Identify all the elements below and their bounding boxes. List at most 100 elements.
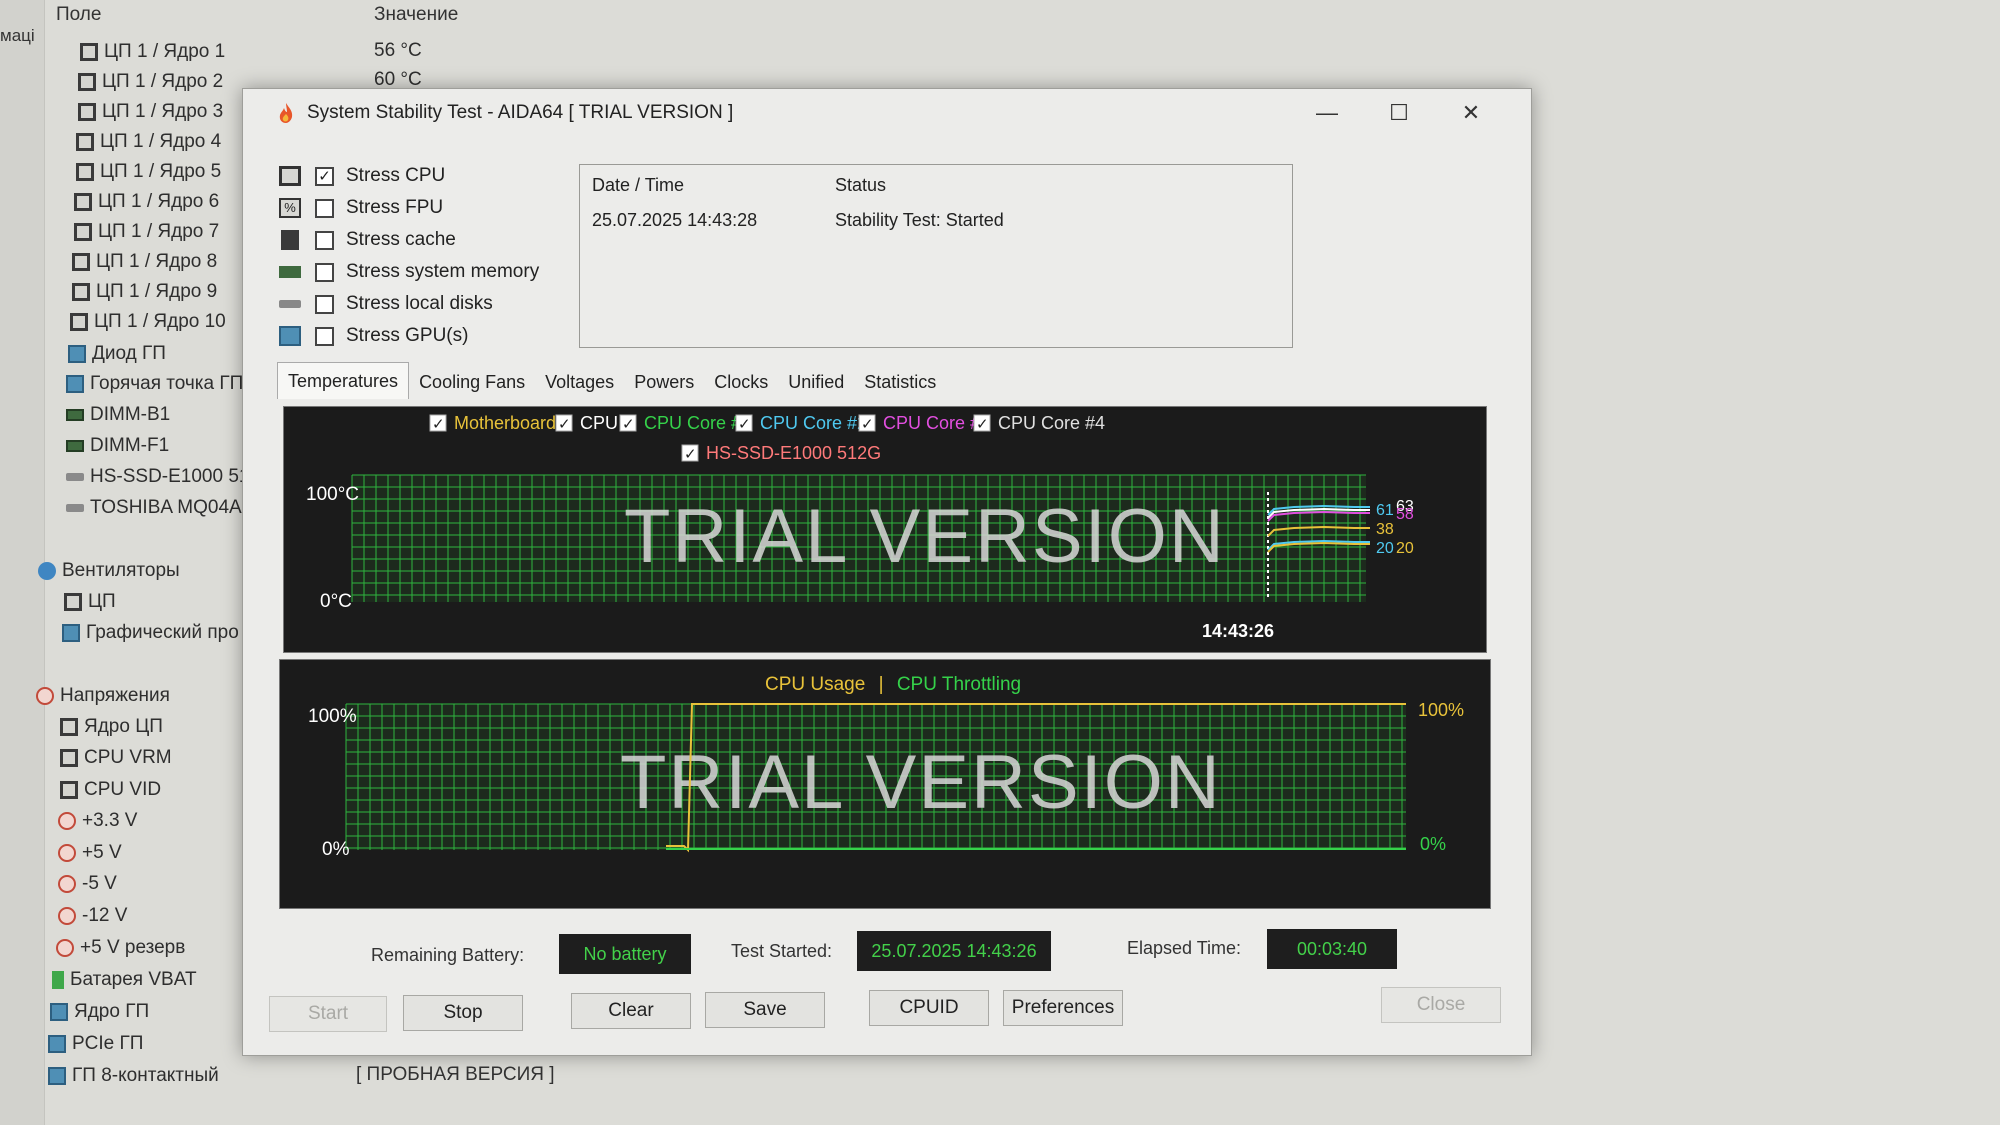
stress-cpu-checkbox[interactable]: ✓ (315, 166, 334, 186)
legend-label: CPU Core #1 (644, 413, 751, 433)
sensor-row-core-3[interactable]: ЦП 1 / Ядро 3 (78, 97, 223, 127)
stop-button[interactable]: Stop (403, 995, 523, 1031)
tab-powers[interactable]: Powers (624, 365, 704, 399)
sensor-row-volt-neg5v[interactable]: -5 V (58, 869, 117, 899)
sensor-row-dimm-f1[interactable]: DIMM-F1 (66, 431, 169, 461)
tab-clocks[interactable]: Clocks (704, 365, 778, 399)
sensor-row-gpu-hotspot[interactable]: Горячая точка ГП (66, 369, 243, 399)
sensor-row-volt-cpu-core[interactable]: Ядро ЦП (60, 712, 163, 742)
cpu-chip-icon (64, 593, 82, 611)
stress-gpu-checkbox[interactable] (315, 326, 334, 346)
sensor-row-volt-pcie[interactable]: PCIe ГП (48, 1029, 143, 1059)
temperature-end-label: 58 (1396, 506, 1414, 523)
battery-value: No battery (559, 934, 691, 974)
option-stress-memory[interactable]: Stress system memory (279, 257, 539, 287)
column-header-field[interactable]: Поле (56, 4, 101, 26)
sensor-label: CPU VRM (84, 747, 172, 768)
stress-cache-checkbox[interactable] (315, 230, 334, 250)
log-row-status: Stability Test: Started (835, 210, 1004, 230)
sensor-row-dimm-b1[interactable]: DIMM-B1 (66, 400, 170, 430)
elapsed-time-value: 00:03:40 (1267, 929, 1397, 969)
title-bar[interactable]: System Stability Test - AIDA64 [ TRIAL V… (243, 89, 1531, 137)
log-header-datetime[interactable]: Date / Time (592, 175, 684, 196)
sensor-row-volt-neg12v[interactable]: -12 V (58, 901, 127, 931)
sensor-row-volt-8pin[interactable]: ГП 8-контактный (48, 1061, 219, 1091)
option-stress-gpu[interactable]: Stress GPU(s) (279, 321, 468, 351)
close-button[interactable]: Close (1381, 987, 1501, 1023)
sensor-row-core-9[interactable]: ЦП 1 / Ядро 9 (72, 277, 217, 307)
usage-y-min-label: 0% (322, 839, 350, 860)
sensor-label: +5 V (82, 842, 122, 863)
legend-check-mark: ✓ (558, 416, 571, 433)
sensor-row-volt-vrm[interactable]: CPU VRM (60, 743, 172, 773)
legend-check-mark: ✓ (738, 416, 751, 433)
minimize-button[interactable]: — (1297, 95, 1357, 131)
sensor-row-volt-gpu-core[interactable]: Ядро ГП (50, 997, 149, 1027)
sensor-label: ЦП 1 / Ядро 1 (104, 41, 226, 62)
sensor-row-gpu-diode[interactable]: Диод ГП (68, 339, 166, 369)
battery-icon (52, 971, 64, 989)
sensor-row-ssd[interactable]: HS-SSD-E1000 512 (66, 462, 260, 492)
sensor-label: ЦП 1 / Ядро 2 (102, 71, 224, 92)
cpuid-button[interactable]: CPUID (869, 990, 989, 1026)
usage-y-max-label: 100% (308, 706, 357, 727)
fpu-percent-icon: % (279, 198, 301, 218)
elapsed-time-label: Elapsed Time: (1127, 938, 1242, 958)
tab-cooling-fans[interactable]: Cooling Fans (409, 365, 535, 399)
option-stress-disks[interactable]: Stress local disks (279, 289, 493, 319)
temperature-end-label: 20 (1396, 540, 1414, 557)
sensor-row-volt-vbat[interactable]: Батарея VBAT (52, 965, 197, 995)
sensor-row-fan-gpu[interactable]: Графический про (62, 618, 239, 648)
column-header-value[interactable]: Значение (374, 4, 458, 26)
option-stress-cpu[interactable]: ✓ Stress CPU (279, 161, 445, 191)
sensor-row-core-7[interactable]: ЦП 1 / Ядро 7 (74, 217, 219, 247)
event-log[interactable]: Date / Time Status 25.07.2025 14:43:28 S… (579, 164, 1293, 348)
sensor-row-core-2[interactable]: ЦП 1 / Ядро 2 (78, 67, 223, 97)
graph-tabs: Temperatures Cooling Fans Voltages Power… (277, 362, 946, 399)
sensor-label: ЦП 1 / Ядро 9 (96, 281, 218, 302)
sensor-label: Графический про (86, 622, 239, 643)
left-strip-label: маці (0, 26, 35, 45)
sensor-row-core-1[interactable]: ЦП 1 / Ядро 1 (80, 37, 225, 67)
gpu-monitor-icon (48, 1035, 66, 1053)
sensor-row-volt-5v[interactable]: +5 V (58, 838, 122, 868)
sensor-label: PCIe ГП (72, 1033, 144, 1054)
sensor-row-volt-3v3[interactable]: +3.3 V (58, 806, 137, 836)
voltage-icon (58, 875, 76, 893)
group-voltages[interactable]: Напряжения (36, 681, 170, 711)
tab-statistics[interactable]: Statistics (854, 365, 946, 399)
option-stress-cache[interactable]: Stress cache (279, 225, 456, 255)
sensor-row-core-8[interactable]: ЦП 1 / Ядро 8 (72, 247, 217, 277)
disk-drive-icon (66, 473, 84, 481)
start-button[interactable]: Start (269, 996, 387, 1032)
stress-disks-checkbox[interactable] (315, 294, 334, 314)
tab-unified[interactable]: Unified (778, 365, 854, 399)
option-stress-fpu[interactable]: % Stress FPU (279, 193, 443, 223)
sensor-row-core-4[interactable]: ЦП 1 / Ядро 4 (76, 127, 221, 157)
sensor-row-core-5[interactable]: ЦП 1 / Ядро 5 (76, 157, 221, 187)
sensor-row-volt-5vsb[interactable]: +5 V резерв (56, 933, 185, 963)
sensor-label: Ядро ГП (74, 1001, 150, 1022)
close-window-button[interactable]: ✕ (1441, 95, 1501, 131)
tab-temperatures[interactable]: Temperatures (277, 362, 410, 399)
preferences-button[interactable]: Preferences (1003, 990, 1123, 1026)
sensor-row-core-6[interactable]: ЦП 1 / Ядро 6 (74, 187, 219, 217)
sensor-row-fan-cpu[interactable]: ЦП (64, 587, 116, 617)
sensor-row-hdd[interactable]: TOSHIBA MQ04AB (66, 493, 254, 523)
tab-voltages[interactable]: Voltages (535, 365, 624, 399)
sensor-row-volt-vid[interactable]: CPU VID (60, 775, 161, 805)
sensor-label: DIMM-F1 (90, 435, 170, 456)
stress-fpu-checkbox[interactable] (315, 198, 334, 218)
temp-y-min-label: 0°C (320, 591, 352, 612)
sensor-row-core-10[interactable]: ЦП 1 / Ядро 10 (70, 307, 226, 337)
cpu-chip-icon (60, 781, 78, 799)
save-button[interactable]: Save (705, 992, 825, 1028)
log-header-status[interactable]: Status (835, 175, 886, 196)
clear-button[interactable]: Clear (571, 993, 691, 1029)
stress-memory-checkbox[interactable] (315, 262, 334, 282)
group-fans[interactable]: Вентиляторы (38, 556, 180, 586)
maximize-button[interactable]: ☐ (1369, 95, 1429, 131)
sensor-label: ЦП 1 / Ядро 10 (94, 311, 226, 332)
sensor-label: ЦП 1 / Ядро 8 (96, 251, 218, 272)
gpu-monitor-icon (50, 1003, 68, 1021)
